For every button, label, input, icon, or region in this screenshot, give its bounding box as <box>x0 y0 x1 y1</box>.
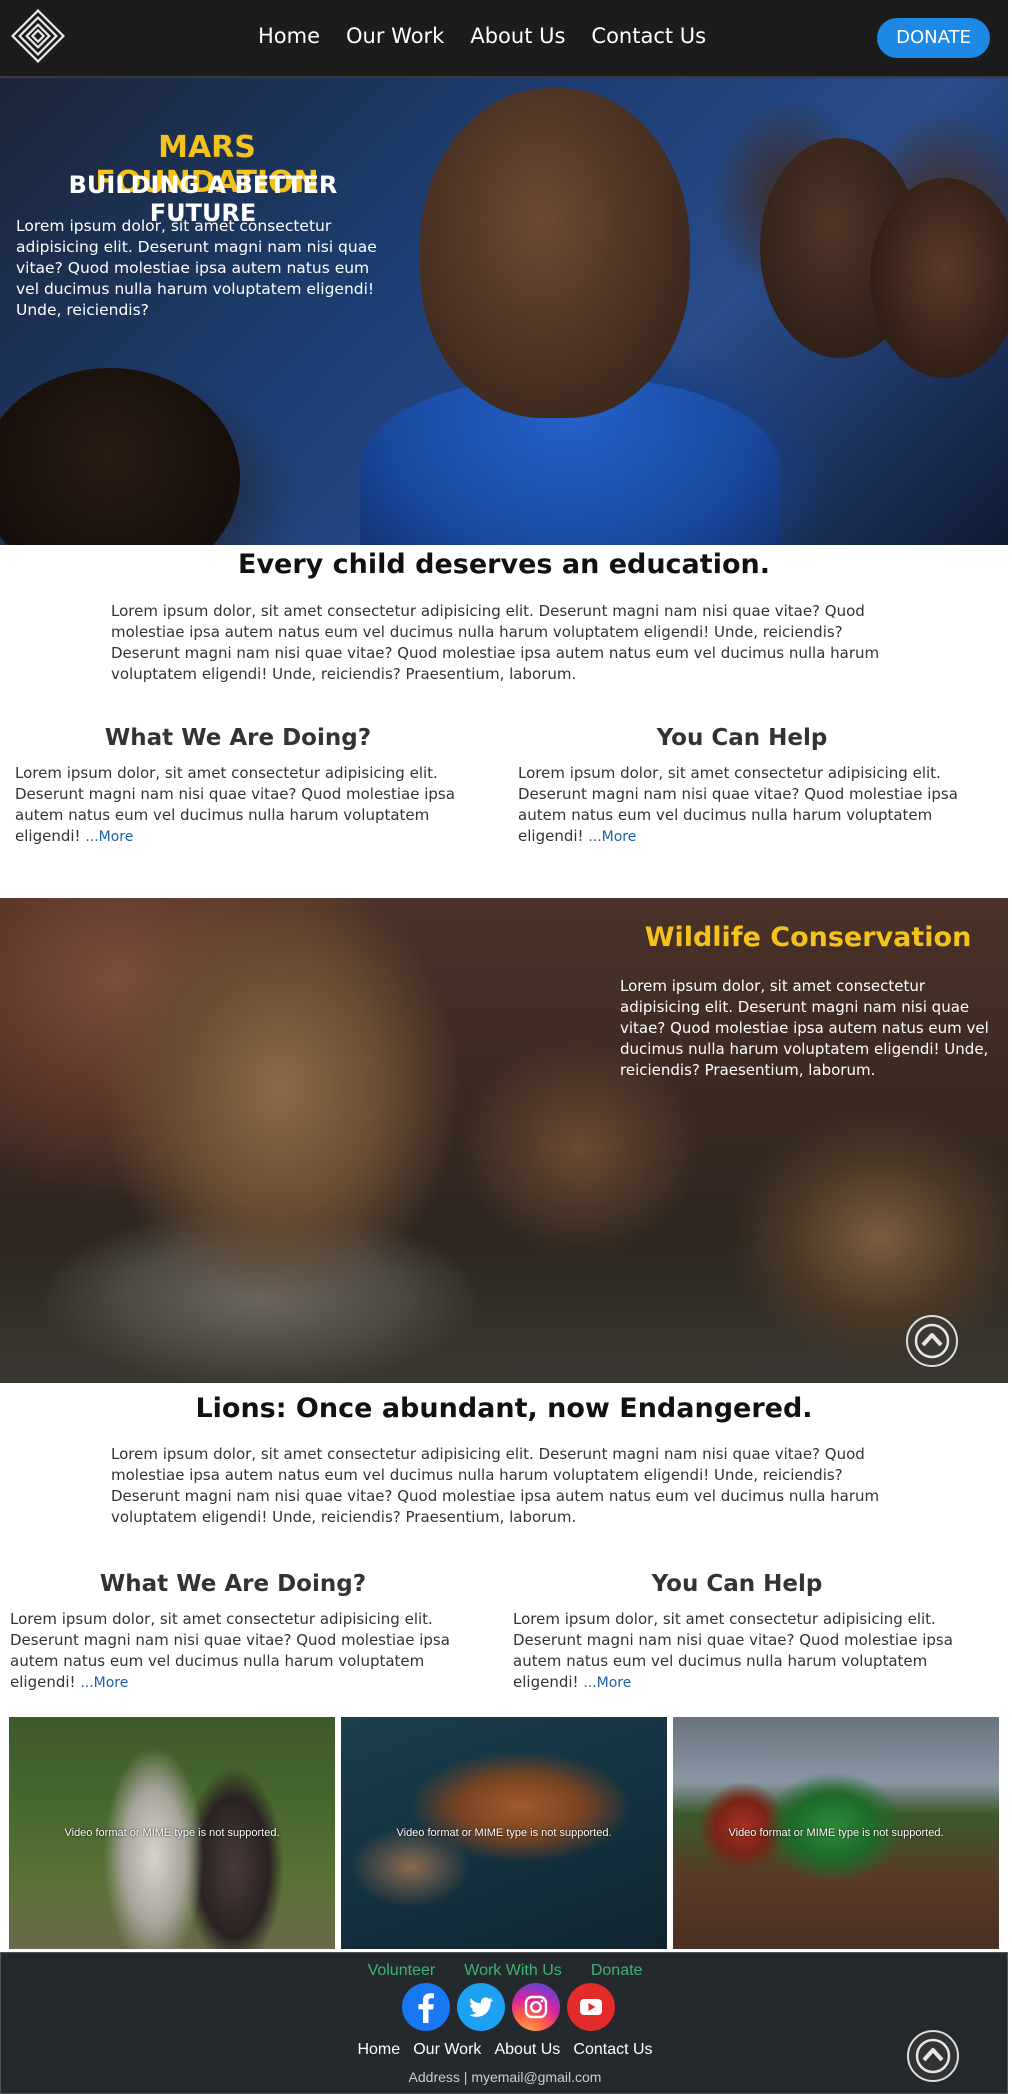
lions-doing-more-link[interactable]: ...More <box>80 1675 128 1691</box>
footer-link-work-with-us[interactable]: Work With Us <box>464 1962 561 1979</box>
education-help-body: Lorem ipsum dolor, sit amet consectetur … <box>518 764 958 845</box>
nav-link-home[interactable]: Home <box>258 24 320 48</box>
lions-doing-body: Lorem ipsum dolor, sit amet consectetur … <box>10 1610 450 1691</box>
scroll-to-top-button[interactable] <box>906 1315 958 1367</box>
nav-links: Home Our Work About Us Contact Us <box>258 24 732 48</box>
hero-text: Lorem ipsum dolor, sit amet consectetur … <box>16 217 377 319</box>
footer-link-volunteer[interactable]: Volunteer <box>368 1962 436 1979</box>
nav-link-about-us[interactable]: About Us <box>470 24 565 48</box>
footer-nav-contact-us[interactable]: Contact Us <box>573 2041 652 2058</box>
facebook-icon[interactable] <box>402 1983 450 2031</box>
lions-paragraph: Lorem ipsum dolor, sit amet consectetur … <box>111 1444 901 1528</box>
education-paragraph-1: Lorem ipsum dolor, sit amet consectetur … <box>111 602 865 641</box>
education-paragraph-2: Deserunt magni nam nisi quae vitae? Quod… <box>111 644 880 683</box>
lions-help-heading: You Can Help <box>651 1571 823 1597</box>
instagram-icon[interactable] <box>512 1983 560 2031</box>
donate-button[interactable]: DONATE <box>877 18 990 58</box>
lions-doing-heading: What We Are Doing? <box>99 1571 367 1597</box>
lions-paragraph-2: Deserunt magni nam nisi quae vitae? Quod… <box>111 1487 880 1526</box>
video-player-tractor[interactable]: Video format or MIME type is not support… <box>673 1717 999 1949</box>
education-doing-heading: What We Are Doing? <box>104 725 372 751</box>
lions-help-more-link[interactable]: ...More <box>583 1675 631 1691</box>
chevron-up-icon <box>915 2038 951 2074</box>
video-player-turtle[interactable]: Video format or MIME type is not support… <box>341 1717 667 1949</box>
hero-banner: MARS FOUNDATION BUILDING A BETTER FUTURE… <box>0 78 1008 545</box>
lions-heading: Lions: Once abundant, now Endangered. <box>195 1393 813 1424</box>
lions-help-body: Lorem ipsum dolor, sit amet consectetur … <box>513 1610 953 1691</box>
wildlife-title: Wildlife Conservation <box>644 922 972 953</box>
footer-nav-about-us[interactable]: About Us <box>494 2041 560 2058</box>
top-navbar: Home Our Work About Us Contact Us DONATE <box>0 0 1008 78</box>
footer-nav: Home Our Work About Us Contact Us <box>1 2039 1009 2059</box>
hero-image-child <box>870 178 1008 378</box>
footer-nav-home[interactable]: Home <box>357 2041 400 2058</box>
wildlife-text: Lorem ipsum dolor, sit amet consectetur … <box>620 977 989 1079</box>
lions-doing-text: Lorem ipsum dolor, sit amet consectetur … <box>10 1609 450 1694</box>
footer-contact: Address | myemail@gmail.com <box>408 2069 602 2085</box>
lions-paragraph-1: Lorem ipsum dolor, sit amet consectetur … <box>111 1445 865 1484</box>
twitter-icon[interactable] <box>457 1983 505 2031</box>
video-unsupported-message: Video format or MIME type is not support… <box>396 1827 612 1839</box>
hero-image-face <box>420 88 690 418</box>
footer: Volunteer Work With Us Donate Home Our W… <box>0 1952 1008 2094</box>
education-help-text: Lorem ipsum dolor, sit amet consectetur … <box>518 763 958 848</box>
video-unsupported-message: Video format or MIME type is not support… <box>728 1827 944 1839</box>
youtube-icon[interactable] <box>567 1983 615 2031</box>
education-help-heading: You Can Help <box>656 725 828 751</box>
lions-help-text: Lorem ipsum dolor, sit amet consectetur … <box>513 1609 953 1694</box>
footer-link-donate[interactable]: Donate <box>591 1962 643 1979</box>
education-paragraph: Lorem ipsum dolor, sit amet consectetur … <box>111 601 901 685</box>
video-player-children[interactable]: Video format or MIME type is not support… <box>9 1717 335 1949</box>
chevron-up-icon <box>914 1323 950 1359</box>
scroll-to-top-button[interactable] <box>907 2030 959 2082</box>
education-doing-more-link[interactable]: ...More <box>85 829 133 845</box>
education-doing-body: Lorem ipsum dolor, sit amet consectetur … <box>15 764 455 845</box>
education-heading: Every child deserves an education. <box>238 549 770 580</box>
nav-link-contact-us[interactable]: Contact Us <box>591 24 706 48</box>
nav-link-our-work[interactable]: Our Work <box>346 24 444 48</box>
footer-nav-our-work[interactable]: Our Work <box>413 2041 481 2058</box>
footer-quick-links: Volunteer Work With Us Donate <box>1 1960 1009 1980</box>
social-links <box>402 1983 622 2031</box>
video-unsupported-message: Video format or MIME type is not support… <box>64 1827 280 1839</box>
logo-icon[interactable] <box>8 6 68 68</box>
education-help-more-link[interactable]: ...More <box>588 829 636 845</box>
wildlife-banner: Wildlife Conservation Lorem ipsum dolor,… <box>0 898 1008 1383</box>
hero-image-child <box>0 368 240 545</box>
education-doing-text: Lorem ipsum dolor, sit amet consectetur … <box>15 763 455 848</box>
